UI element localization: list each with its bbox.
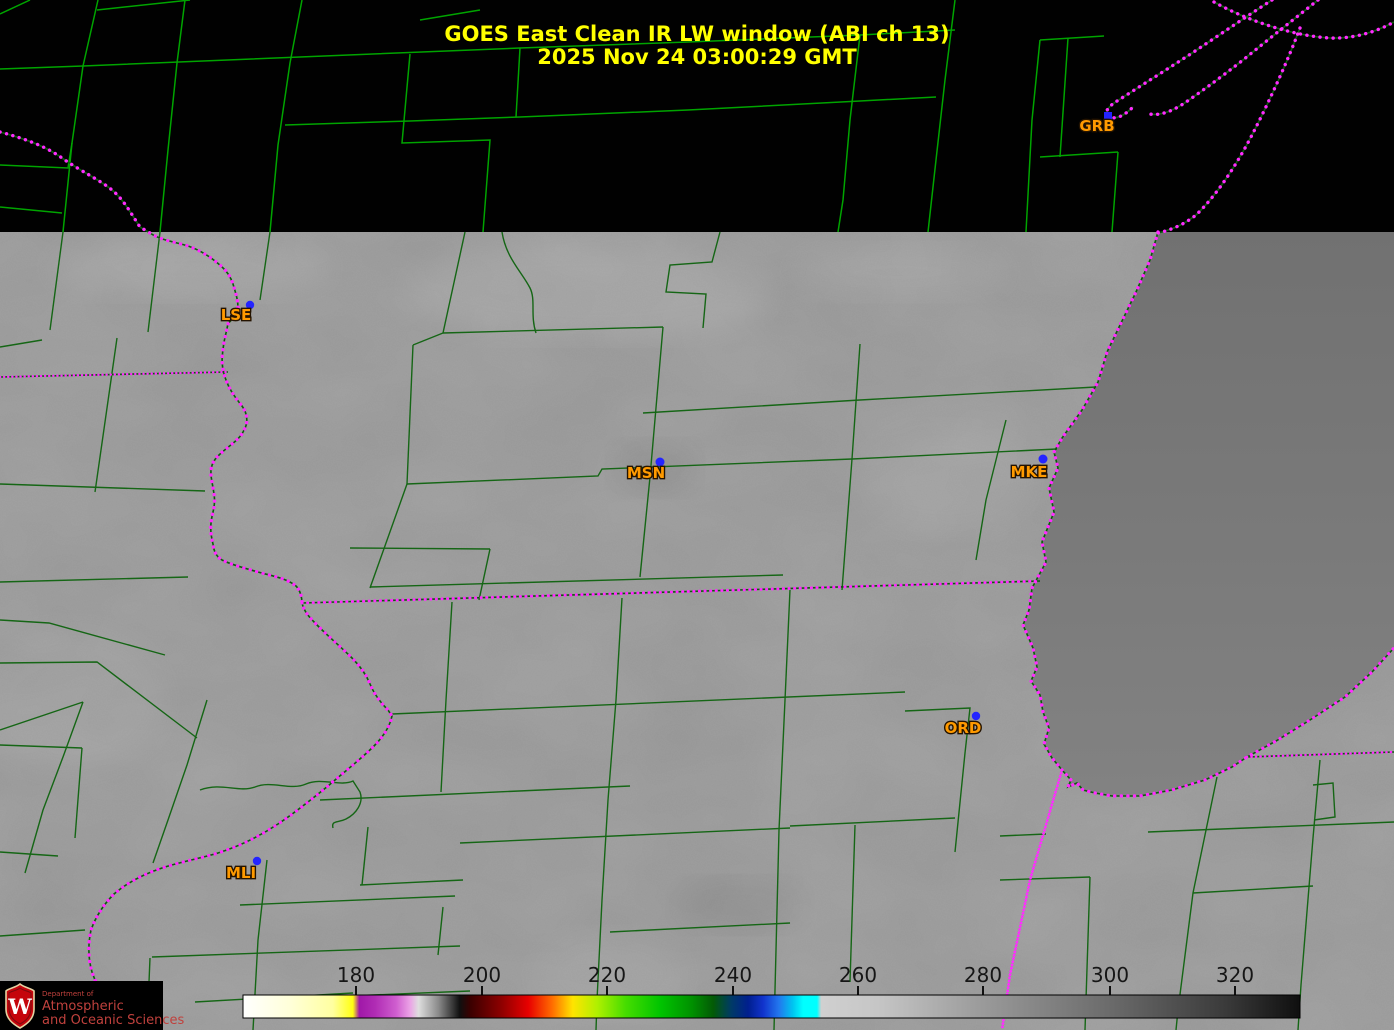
colorbar-gradient-bar <box>243 995 1300 1018</box>
satellite-map: GRB LSE MSN MKE ORD MLI GOES East Clean … <box>0 0 1394 1030</box>
aos-logo: W Department of Atmospheric and Oceanic … <box>0 981 184 1030</box>
tick-label-240: 240 <box>714 963 752 987</box>
tick-label-320: 320 <box>1216 963 1254 987</box>
logo-name-line-1: Atmospheric <box>42 999 124 1014</box>
station-label-grb: GRB <box>1079 117 1114 135</box>
logo-dept-line: Department of <box>42 990 94 998</box>
tick-label-280: 280 <box>964 963 1002 987</box>
station-label-lse: LSE <box>221 306 252 324</box>
tick-label-180: 180 <box>337 963 375 987</box>
tick-label-200: 200 <box>463 963 501 987</box>
tick-label-220: 220 <box>588 963 626 987</box>
crest-monogram: W <box>7 994 32 1019</box>
station-label-mli: MLI <box>226 864 256 882</box>
title-line-1: GOES East Clean IR LW window (ABI ch 13) <box>444 22 949 46</box>
station-label-msn: MSN <box>627 464 665 482</box>
title-line-2: 2025 Nov 24 03:00:29 GMT <box>537 45 857 69</box>
logo-name-line-2: and Oceanic Sciences <box>42 1013 184 1028</box>
station-label-mke: MKE <box>1011 463 1048 481</box>
tick-label-260: 260 <box>839 963 877 987</box>
station-label-ord: ORD <box>945 719 982 737</box>
uw-crest-icon: W <box>6 984 34 1028</box>
satellite-viewer: GRB LSE MSN MKE ORD MLI GOES East Clean … <box>0 0 1394 1030</box>
tick-label-300: 300 <box>1091 963 1129 987</box>
